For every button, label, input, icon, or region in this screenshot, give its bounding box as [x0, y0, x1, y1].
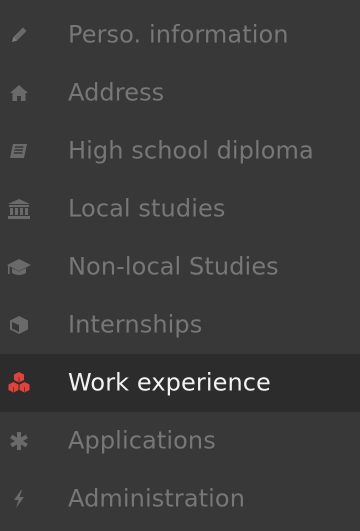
nav-item-work-experience[interactable]: Work experience	[0, 354, 360, 412]
nav-label: Local studies	[68, 194, 226, 223]
book-icon	[5, 137, 33, 165]
asterisk-icon	[5, 427, 33, 455]
nav-item-administration[interactable]: Administration	[0, 470, 360, 528]
home-icon	[5, 79, 33, 107]
cube-icon	[5, 311, 33, 339]
nav-label: Internships	[68, 310, 203, 339]
institution-icon	[5, 195, 33, 223]
pencil-icon	[5, 21, 33, 49]
nav-item-high-school-diploma[interactable]: High school diploma	[0, 122, 360, 180]
nav-item-internships[interactable]: Internships	[0, 296, 360, 354]
bolt-icon	[5, 485, 33, 513]
nav-label: Work experience	[68, 368, 271, 397]
nav-label: Applications	[68, 426, 216, 455]
nav-label: Perso. information	[68, 20, 289, 49]
nav-label: Non-local Studies	[68, 252, 279, 281]
graduation-cap-icon	[5, 253, 33, 281]
nav-item-address[interactable]: Address	[0, 64, 360, 122]
nav-item-perso-information[interactable]: Perso. information	[0, 6, 360, 64]
nav-item-local-studies[interactable]: Local studies	[0, 180, 360, 238]
nav-label: High school diploma	[68, 136, 314, 165]
nav-item-applications[interactable]: Applications	[0, 412, 360, 470]
nav-item-non-local-studies[interactable]: Non-local Studies	[0, 238, 360, 296]
cubes-icon	[5, 369, 33, 397]
nav-label: Administration	[68, 484, 246, 513]
sidebar-nav: Perso. information Address High school d…	[0, 0, 360, 531]
nav-label: Address	[68, 78, 165, 107]
